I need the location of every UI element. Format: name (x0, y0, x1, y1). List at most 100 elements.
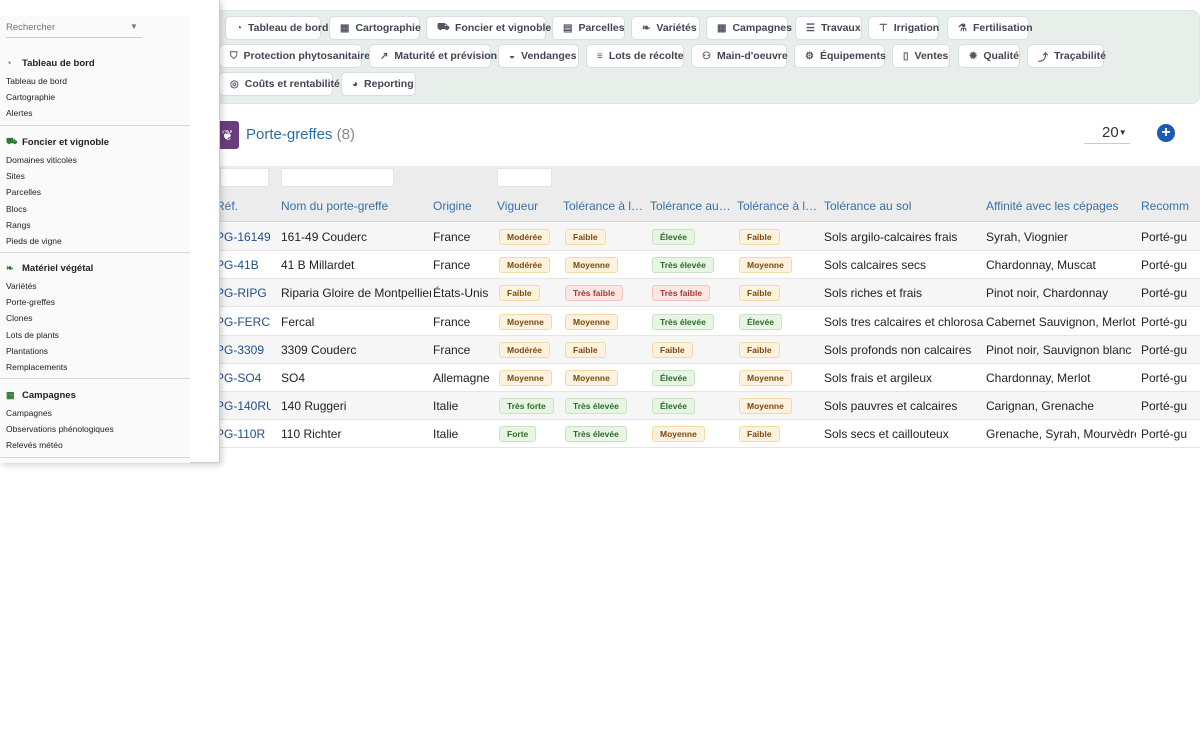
sidebar-section-title[interactable]: ⛟ Foncier et vignoble (0, 135, 190, 149)
users-icon: ⚇ (702, 50, 711, 62)
sidebar-item[interactable]: Sites (0, 168, 190, 184)
receipt-icon: ▯ (903, 50, 909, 62)
table-row[interactable]: PG-41B 41 B Millardet France Modérée Moyenne… (212, 251, 1200, 280)
table-row[interactable]: PG-3309 3309 Couderc France Modérée Faible Fa… (212, 335, 1200, 364)
sidebar-section-title[interactable]: ❧ Matériel végétal (0, 261, 190, 275)
list-icon: ☰ (806, 22, 815, 34)
tolerance-badge: Très élevée (565, 426, 627, 443)
rootstock-ref-link[interactable]: PG-140RU (216, 399, 271, 413)
column-header[interactable]: Tolérance au… (650, 199, 730, 213)
nav-tab-4[interactable]: ▤ Parcelles (552, 16, 625, 40)
sidebar-item[interactable]: Domaines viticoles (0, 152, 190, 168)
sidebar-item[interactable]: Porte-greffes (0, 294, 190, 310)
column-header[interactable]: Affinité avec les cépages (986, 199, 1136, 213)
rootstock-ref-link[interactable]: PG-RIPG (216, 286, 271, 300)
rootstock-ref-link[interactable]: PG-16149 (216, 230, 271, 244)
soil-tolerance: Sols argilo-calcaires frais (824, 230, 958, 244)
nav-tab-14[interactable]: ⚇ Main-d'oeuvre (691, 44, 788, 68)
sidebar-item[interactable]: Rangs (0, 217, 190, 233)
column-header[interactable]: Tolérance à l… (737, 199, 819, 213)
sidebar-item[interactable]: Campagnes (0, 405, 190, 421)
column-header[interactable]: Tolérance à l… (563, 199, 645, 213)
rootstock-name: SO4 (281, 371, 306, 385)
nav-tab-label: Variétés (656, 22, 697, 34)
nav-tab-12[interactable]: ◒ Vendanges (498, 44, 579, 68)
nav-tab-9[interactable]: ⚗ Fertilisation (947, 16, 1032, 40)
search-input[interactable] (6, 18, 142, 38)
sidebar-section-title[interactable]: ◔ Tableau de bord (0, 56, 190, 70)
sidebar-section-label: Matériel végétal (22, 262, 94, 274)
recommendation: Porté-gu (1141, 427, 1188, 442)
rootstock-ref-link[interactable]: PG-3309 (216, 343, 271, 357)
nav-tab-2[interactable]: ▦ Cartographie (329, 16, 421, 40)
rootstock-ref-link[interactable]: PG-SO4 (216, 371, 271, 385)
sidebar-item[interactable]: Observations phénologiques (0, 421, 190, 437)
nav-tab-label: Parcelles (578, 22, 625, 34)
nav-tab-10[interactable]: ⛉ Protection phytosanitaire (219, 44, 370, 68)
sidebar-item[interactable]: Alertes (0, 105, 190, 121)
nav-tab-3[interactable]: ⛟ Foncier et vignoble (426, 16, 551, 40)
rootstock-ref-link[interactable]: PG-110R (216, 427, 271, 441)
sidebar-section-label: Tableau de bord (22, 57, 95, 69)
nav-tab-16[interactable]: ▯ Ventes (892, 44, 950, 68)
column-header[interactable]: Nom du porte-greffe (281, 199, 431, 213)
table-row[interactable]: PG-140RU 140 Ruggeri Italie Très forte Très … (212, 392, 1200, 421)
grape-affinity: Pinot noir, Chardonnay (986, 286, 1109, 301)
tolerance-badge: Très élevée (565, 398, 627, 415)
nav-tab-label: Fertilisation (972, 22, 1033, 34)
nav-tab-15[interactable]: ⚙ Équipements (794, 44, 886, 68)
nav-tab-6[interactable]: ▦ Campagnes (706, 16, 792, 40)
table-row[interactable]: PG-16149 161-49 Couderc France Modérée Faibl… (212, 223, 1200, 251)
filter-vigueur-input[interactable] (497, 168, 552, 187)
sidebar-item[interactable]: Remplacements (0, 359, 190, 375)
nav-tab-17[interactable]: ✹ Qualité (958, 44, 1020, 68)
barcode-icon: ≡ (597, 50, 603, 62)
chevron-down-icon[interactable]: ▼ (130, 22, 138, 31)
column-header[interactable]: Vigueur (497, 199, 557, 213)
sidebar-item[interactable]: Tableau de bord (0, 73, 190, 89)
table-row[interactable]: PG-110R 110 Richter Italie Forte Très élevée… (212, 420, 1200, 449)
table-row[interactable]: PG-FERC Fercal France Moyenne Moyenne Très él… (212, 308, 1200, 336)
filter-name-input[interactable] (281, 168, 394, 187)
sidebar-item[interactable]: Relevés météo (0, 437, 190, 453)
column-header[interactable]: Recomm (1141, 199, 1200, 213)
tolerance-badge: Moyenne (565, 257, 618, 274)
chevron-down-icon: ▼ (1118, 128, 1127, 137)
nav-tab-19[interactable]: ◎ Coûts et rentabilité (219, 72, 340, 96)
sidebar-item[interactable]: Variétés (0, 278, 190, 294)
leaf-icon: ❧ (642, 22, 651, 34)
sidebar-item[interactable]: Cartographie (0, 89, 190, 105)
page-size-select[interactable]: 20 ▼ (1084, 122, 1130, 144)
vigor-badge: Modérée (499, 341, 550, 358)
nav-tab-label: Qualité (983, 50, 1019, 62)
sidebar-item[interactable]: Clones (0, 310, 190, 326)
nav-tab-1[interactable]: ◔ Tableau de bord (225, 16, 328, 40)
rootstock-ref-link[interactable]: PG-41B (216, 258, 271, 272)
vigor-badge: Forte (499, 426, 537, 443)
filter-ref-input[interactable] (220, 168, 269, 187)
column-header[interactable]: Origine (433, 199, 495, 213)
add-circle-icon[interactable]: + (1157, 124, 1175, 142)
tolerance-badge: Moyenne (739, 398, 792, 415)
nav-tab-7[interactable]: ☰ Travaux (795, 16, 862, 40)
sidebar-item[interactable]: Plantations (0, 343, 190, 359)
table-row[interactable]: PG-SO4 SO4 Allemagne Moyenne Moyenne Élevée Mo… (212, 364, 1200, 392)
nav-tab-5[interactable]: ❧ Variétés (631, 16, 700, 40)
divider (0, 125, 190, 126)
tools-icon: ⚙ (805, 50, 814, 62)
column-header[interactable]: Réf. (216, 199, 271, 213)
sidebar-item[interactable]: Blocs (0, 201, 190, 217)
nav-tab-8[interactable]: ⊤ Irrigation (868, 16, 939, 40)
rootstock-ref-link[interactable]: PG-FERC (216, 315, 271, 329)
sidebar-item[interactable]: Lots de plants (0, 327, 190, 343)
nav-tab-13[interactable]: ≡ Lots de récolte (586, 44, 684, 68)
sidebar-section-title[interactable]: ▦ Campagnes (0, 388, 190, 402)
column-header[interactable]: Tolérance au sol (824, 199, 984, 213)
leaf-icon: ❧ (6, 262, 14, 273)
table-row[interactable]: PG-RIPG Riparia Gloire de Montpellier État… (212, 279, 1200, 308)
sidebar-item[interactable]: Pieds de vigne (0, 233, 190, 249)
nav-tab-20[interactable]: ◕ Reporting (341, 72, 416, 96)
nav-tab-18[interactable]: ⤴ Traçabilité (1027, 44, 1106, 68)
nav-tab-11[interactable]: ↗ Maturité et prévision (369, 44, 497, 68)
sidebar-item[interactable]: Parcelles (0, 184, 190, 200)
